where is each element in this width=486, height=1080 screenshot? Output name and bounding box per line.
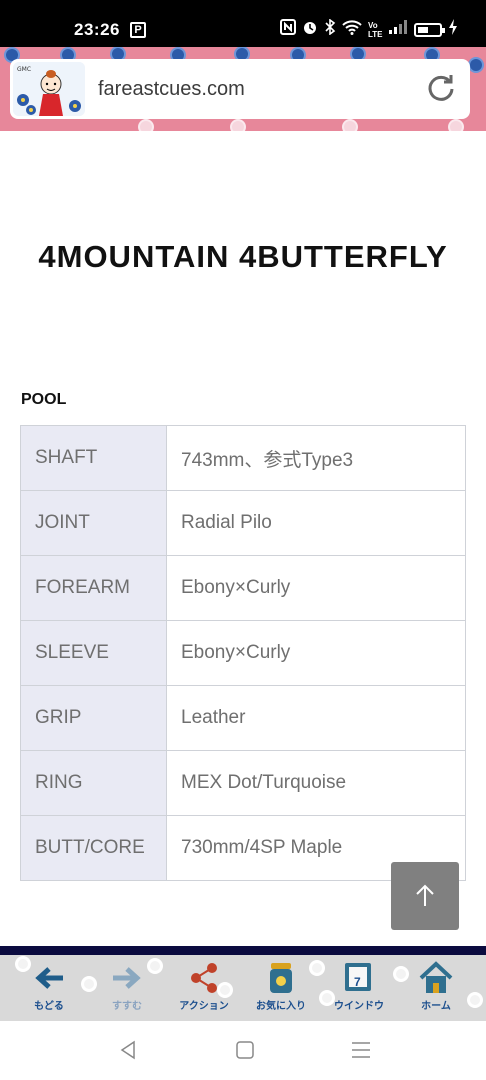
- home-button[interactable]: ホーム: [404, 961, 468, 1019]
- share-icon: [191, 963, 217, 993]
- back-label: もどる: [34, 1001, 64, 1012]
- site-avatar-icon[interactable]: GMC: [13, 62, 85, 116]
- spec-row: SLEEVE Ebony×Curly: [20, 620, 466, 686]
- window-count: 7: [354, 975, 361, 989]
- spec-value: Radial Pilo: [166, 490, 466, 556]
- favorites-jar-icon: [270, 963, 292, 993]
- section-label: POOL: [21, 391, 67, 408]
- window-label: ウインドウ: [334, 1001, 384, 1012]
- spec-key: RING: [20, 750, 167, 816]
- battery-icon: [414, 22, 445, 37]
- url-text[interactable]: fareastcues.com: [98, 78, 245, 101]
- nfc-icon: [280, 19, 296, 40]
- nav-home-icon[interactable]: [233, 1038, 257, 1062]
- spec-row: GRIP Leather: [20, 685, 466, 751]
- spec-key: GRIP: [20, 685, 167, 751]
- signal-icon: [388, 19, 408, 40]
- status-time: 23:26: [74, 20, 120, 39]
- favorites-button[interactable]: お気に入り: [249, 961, 313, 1019]
- scroll-to-top-button[interactable]: [391, 862, 459, 930]
- notification-p-icon: P: [130, 22, 146, 38]
- spec-row: SHAFT 743mm、参式Type3: [20, 425, 466, 491]
- spec-table: SHAFT 743mm、参式Type3 JOINT Radial Pilo FOREAR…: [20, 425, 466, 881]
- spec-key: SHAFT: [20, 425, 167, 491]
- spec-row: JOINT Radial Pilo: [20, 490, 466, 556]
- action-button[interactable]: アクション: [172, 961, 236, 1019]
- system-nav-bar: [0, 1021, 486, 1080]
- spec-key: SLEEVE: [20, 620, 167, 686]
- home-icon: [419, 961, 453, 993]
- spec-value: Leather: [166, 685, 466, 751]
- spec-value: Ebony×Curly: [166, 555, 466, 621]
- forward-arrow-icon: [113, 967, 141, 989]
- wifi-icon: [342, 19, 362, 40]
- forward-button[interactable]: すすむ: [95, 961, 159, 1019]
- bottom-toolbar: もどる すすむ アクション お気に入り 7 ウインドウ ホーム: [0, 955, 486, 1021]
- status-bar: 23:26 P Vo LTE: [0, 0, 486, 47]
- back-arrow-icon: [35, 967, 63, 989]
- arrow-up-icon: [416, 884, 434, 906]
- home-label: ホーム: [421, 1001, 451, 1012]
- alarm-icon: [302, 19, 318, 40]
- bluetooth-icon: [324, 18, 336, 40]
- page-content: 4MOUNTAIN 4BUTTERFLY POOL SHAFT 743mm、参式T…: [0, 131, 486, 946]
- window-button[interactable]: 7 ウインドウ: [327, 961, 391, 1019]
- volte-icon: Vo LTE: [368, 20, 383, 39]
- status-icons: Vo LTE: [280, 18, 458, 40]
- spec-key: JOINT: [20, 490, 167, 556]
- forward-label: すすむ: [112, 1001, 142, 1012]
- spec-key: FOREARM: [20, 555, 167, 621]
- browser-header: GMC fareastcues.com: [0, 47, 486, 131]
- spec-value: 743mm、参式Type3: [166, 425, 466, 491]
- nav-menu-icon[interactable]: [349, 1038, 373, 1062]
- charging-icon: [448, 19, 458, 40]
- toolbar-divider: [0, 946, 486, 955]
- spec-row: FOREARM Ebony×Curly: [20, 555, 466, 621]
- favorites-label: お気に入り: [256, 1001, 306, 1012]
- action-label: アクション: [179, 1001, 229, 1012]
- reload-icon[interactable]: [426, 73, 456, 103]
- url-bar[interactable]: GMC fareastcues.com: [10, 59, 470, 119]
- svg-text:GMC: GMC: [17, 66, 31, 73]
- back-button[interactable]: もどる: [17, 961, 81, 1019]
- spec-row: RING MEX Dot/Turquoise: [20, 750, 466, 816]
- spec-value: Ebony×Curly: [166, 620, 466, 686]
- nav-back-icon[interactable]: [117, 1038, 141, 1062]
- spec-key: BUTT/CORE: [20, 815, 167, 881]
- page-title: 4MOUNTAIN 4BUTTERFLY: [38, 239, 448, 274]
- spec-value: MEX Dot/Turquoise: [166, 750, 466, 816]
